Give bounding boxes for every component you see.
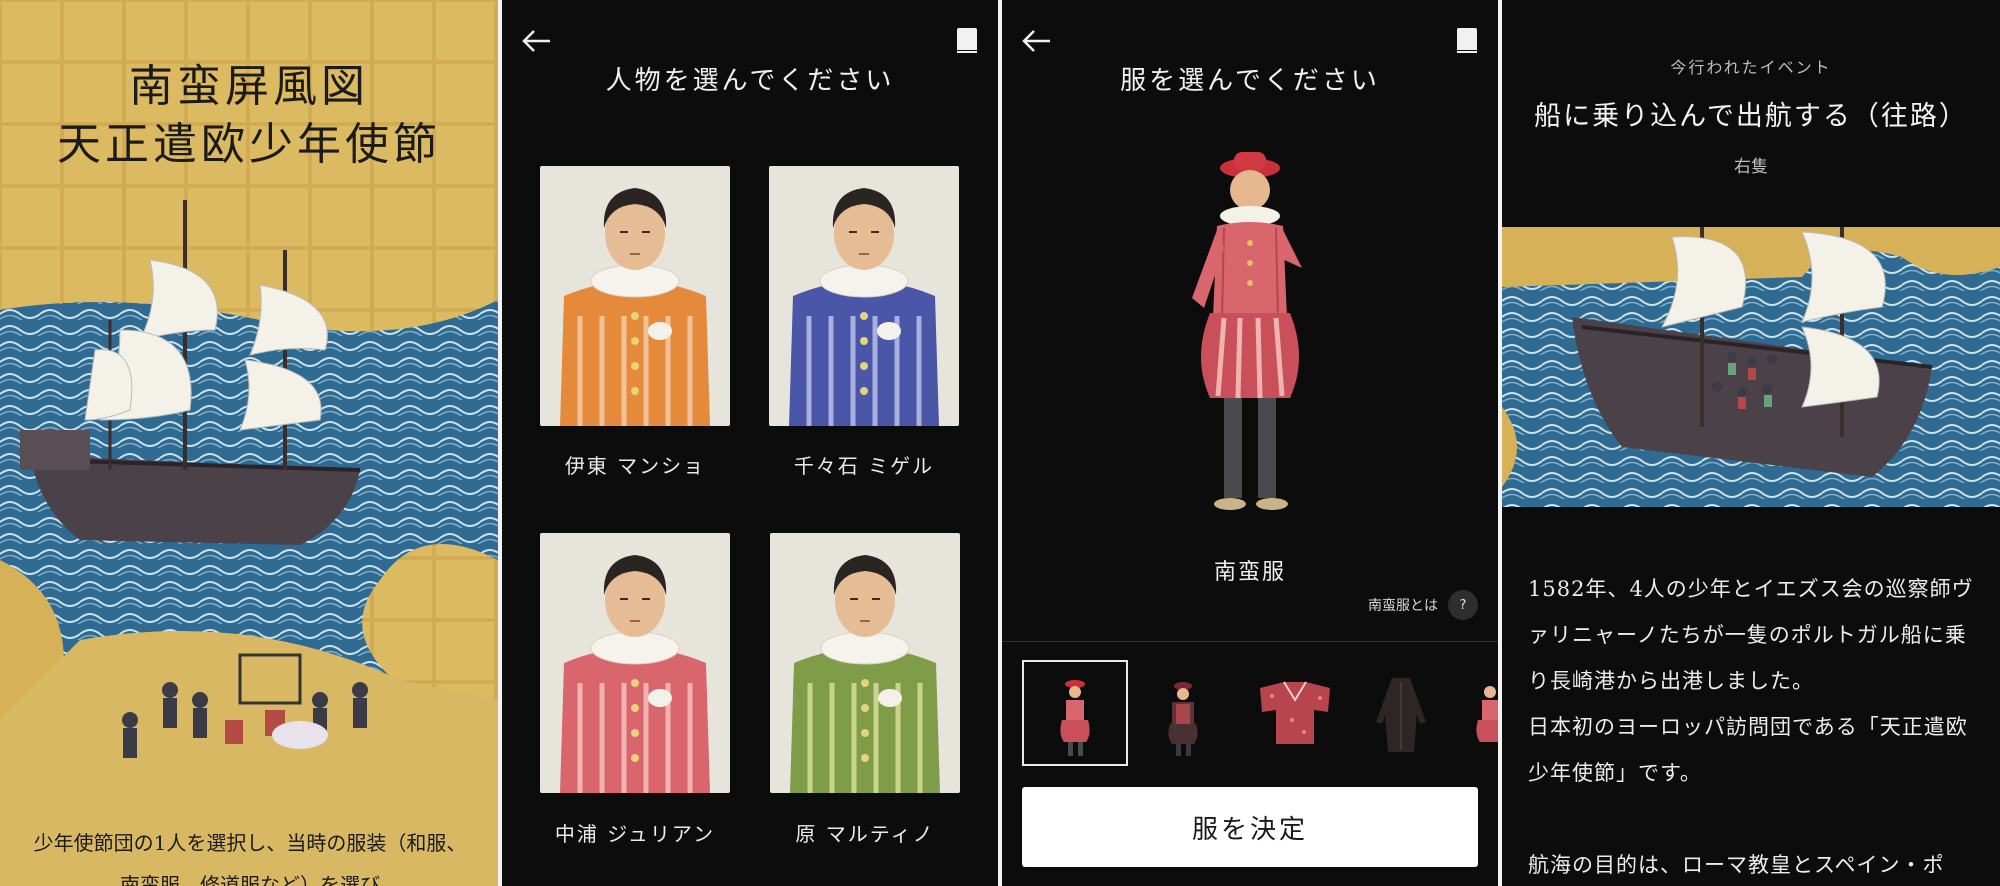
- event-screen: 今行われたイベント 船に乗り込んで出航する（往路） 右隻 1582年、4人の少年…: [1502, 0, 2000, 886]
- portrait-hand: [878, 689, 902, 707]
- portrait-button: [860, 337, 868, 345]
- portrait-button: [861, 704, 869, 712]
- costume-select-screen: 服を選んでください 南蛮服 南蛮服とは ? 服を決定: [1002, 0, 1498, 886]
- portrait-button: [631, 387, 639, 395]
- costume-thumb-kimono[interactable]: [1242, 660, 1348, 766]
- character-card-chijiwa-miguel[interactable]: [769, 166, 959, 426]
- intro-caption: 少年使節団の1人を選択し、当時の服装（和服、南蛮服、修道服など）を選び: [33, 831, 467, 886]
- armor-costume-icon: [1168, 682, 1198, 756]
- portrait-button: [860, 362, 868, 370]
- costume-thumb-armor[interactable]: [1130, 660, 1236, 766]
- portrait-button: [631, 362, 639, 370]
- character-portrait: [770, 533, 960, 793]
- book-icon[interactable]: [954, 26, 980, 58]
- character-name: 伊東 マンショ: [564, 454, 706, 478]
- costume-thumb-robe[interactable]: [1348, 660, 1454, 766]
- character-name: 原 マルティノ: [795, 822, 935, 846]
- back-arrow-icon[interactable]: [1018, 26, 1054, 56]
- confirm-costume-button[interactable]: 服を決定: [1022, 787, 1478, 867]
- portrait-hand: [648, 322, 672, 340]
- event-paragraph: 日本初のヨーロッパ訪問団である「天正遣欧少年使節」です。: [1528, 715, 1968, 785]
- character-portrait: [769, 166, 959, 426]
- nanban-costume-icon: [1476, 686, 1498, 742]
- page-title: 服を選んでください: [1120, 66, 1380, 96]
- costume-thumb-partial[interactable]: [1460, 660, 1498, 766]
- event-description: 1582年、4人の少年とイエズス会の巡察師ヴァリニャーノたちが一隻のポルトガル船…: [1528, 566, 1978, 886]
- portrait-button: [631, 729, 639, 737]
- event-kicker: 今行われたイベント: [1670, 58, 1832, 77]
- divider-line: [1002, 641, 1498, 642]
- kimono-costume-icon: [1260, 681, 1330, 744]
- character-card-nakaura-julian[interactable]: [540, 533, 730, 793]
- portrait-hand: [648, 689, 672, 707]
- event-paragraph: 航海の目的は、ローマ教皇とスペイン・ポ: [1528, 853, 1945, 877]
- title-line-1: 南蛮屏風図: [129, 61, 369, 112]
- portrait-button: [631, 679, 639, 687]
- character-card-ito-mancio[interactable]: [540, 166, 730, 426]
- title-screen: 南蛮屏風図 天正遣欧少年使節 少年使節団の1人を選択し、当時の服装（和服、南蛮服…: [0, 0, 498, 886]
- character-portrait: [540, 533, 730, 793]
- back-arrow-icon[interactable]: [518, 26, 554, 56]
- costume-name: 南蛮服: [1213, 560, 1286, 585]
- ship-departure-painting: [1502, 227, 2000, 507]
- portrait-hand: [877, 322, 901, 340]
- nanban-costume-icon: [1060, 680, 1090, 756]
- costume-help-label: 南蛮服とは: [1368, 598, 1438, 614]
- portrait-button: [860, 312, 868, 320]
- character-card-hara-martino[interactable]: [770, 533, 960, 793]
- page-title: 人物を選んでください: [605, 66, 895, 96]
- portrait-button: [861, 679, 869, 687]
- portrait-button: [861, 729, 869, 737]
- character-name: 中浦 ジュリアン: [554, 822, 716, 846]
- event-title: 船に乗り込んで出航する（往路）: [1534, 101, 1968, 132]
- character-select-screen: 人物を選んでください 伊東 マンショ 千々石 ミゲル 中浦 ジュリアン 原 マル…: [502, 0, 998, 886]
- event-paragraph: 1582年、4人の少年とイエズス会の巡察師ヴァリニャーノたちが一隻のポルトガル船…: [1528, 577, 1974, 693]
- help-icon: ?: [1448, 590, 1478, 620]
- portrait-button: [631, 312, 639, 320]
- portrait-button: [631, 754, 639, 762]
- robe-costume-icon: [1376, 678, 1426, 752]
- app-title: 南蛮屏風図 天正遣欧少年使節: [0, 58, 498, 174]
- costume-help-link[interactable]: 南蛮服とは ?: [1368, 590, 1478, 620]
- portrait-button: [631, 704, 639, 712]
- portrait-button: [860, 387, 868, 395]
- costume-thumb-nanban[interactable]: [1022, 660, 1128, 766]
- character-name: 千々石 ミゲル: [793, 454, 935, 478]
- book-icon[interactable]: [1454, 26, 1480, 58]
- character-portrait: [540, 166, 730, 426]
- title-line-2: 天正遣欧少年使節: [57, 119, 441, 170]
- event-subtitle: 右隻: [1734, 157, 1768, 177]
- portrait-button: [861, 754, 869, 762]
- character-costume-preview: [1192, 152, 1302, 510]
- portrait-button: [631, 337, 639, 345]
